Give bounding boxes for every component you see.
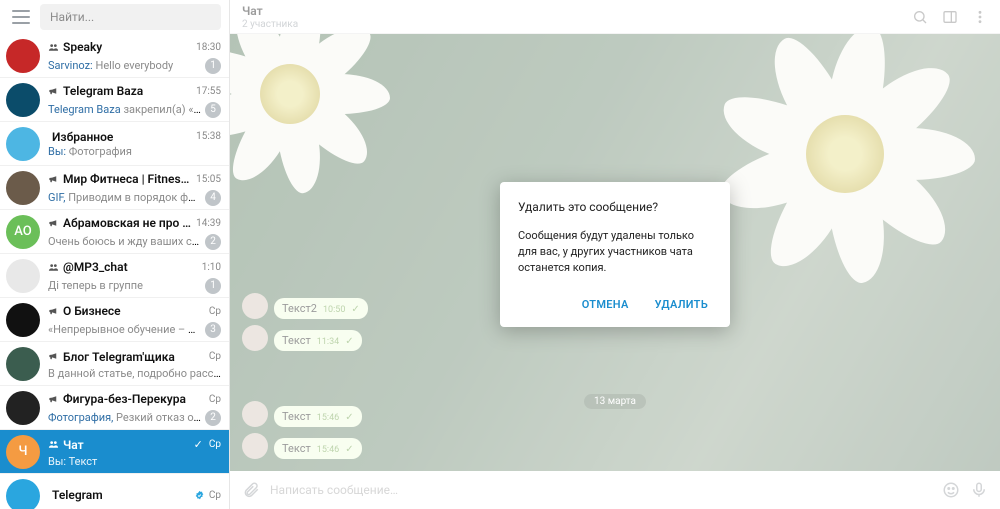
- chat-avatar: [6, 39, 40, 73]
- chat-item-preview: В данной статье, подробно расск…: [48, 367, 221, 380]
- chat-item-preview: Резкий отказ от сла…: [116, 411, 201, 424]
- modal-actions: ОТМЕНА УДАЛИТЬ: [518, 290, 712, 319]
- unread-badge: 4: [205, 190, 221, 206]
- chat-avatar: [6, 259, 40, 293]
- delete-message-modal: Удалить это сообщение? Сообщения будут у…: [500, 182, 730, 327]
- chat-item-title: Telegram: [52, 488, 190, 502]
- chat-avatar: [6, 127, 40, 161]
- modal-overlay[interactable]: Удалить это сообщение? Сообщения будут у…: [230, 0, 1000, 509]
- chat-item-preview: Ді теперь в группе: [48, 279, 143, 292]
- chat-item-title: Абрамовская не про обра…: [63, 216, 192, 230]
- chat-item-time: 15:38: [196, 131, 221, 142]
- chat-item-title: Избранное: [52, 130, 192, 144]
- chat-avatar: [6, 83, 40, 117]
- cancel-button[interactable]: ОТМЕНА: [578, 290, 633, 319]
- menu-icon-bar: [12, 16, 30, 18]
- chat-item-time: Ср: [209, 394, 221, 405]
- delete-button[interactable]: УДАЛИТЬ: [651, 290, 712, 319]
- unread-badge: 2: [205, 410, 221, 426]
- chat-item-title: Блог Telegram'щика: [63, 350, 205, 364]
- menu-icon-bar: [12, 22, 30, 24]
- menu-button[interactable]: [8, 4, 34, 30]
- chat-item-title: @MP3_chat: [63, 260, 198, 274]
- chat-item-time: 1:10: [202, 262, 221, 273]
- chat-type-icon: [48, 347, 59, 366]
- chat-type-icon: [48, 82, 59, 101]
- chat-list-item[interactable]: Мир Фитнеса | FitnessRU 15:05 GIF, Приво…: [0, 166, 229, 210]
- chat-list-item[interactable]: Избранное 15:38 Вы: Фотография: [0, 122, 229, 166]
- chat-item-title: Speaky: [63, 40, 192, 54]
- unread-badge: 1: [205, 58, 221, 74]
- chat-type-icon: [48, 435, 59, 454]
- unread-badge: 2: [205, 234, 221, 250]
- chat-item-sender: Вы:: [48, 145, 69, 158]
- chat-list-item[interactable]: @MP3_chat 1:10 Ді теперь в группе 1: [0, 254, 229, 298]
- main-area: Чат 2 участника: [230, 0, 1000, 509]
- chat-item-time: 14:39: [196, 218, 221, 229]
- chat-item-title: Фигура-без-Перекура: [63, 392, 205, 406]
- chat-list[interactable]: Speaky 18:30 Sarvinoz: Hello everybody 1…: [0, 34, 229, 509]
- chat-item-time: Ср: [209, 490, 221, 501]
- chat-item-title: Мир Фитнеса | FitnessRU: [63, 172, 192, 186]
- chat-item-preview: Hello everybody: [95, 59, 173, 72]
- chat-item-time: Ср: [209, 439, 221, 450]
- chat-item-title: Telegram Baza: [63, 84, 192, 98]
- sidebar-top: [0, 0, 229, 34]
- sent-check-icon: ✓: [194, 438, 203, 451]
- unread-badge: 1: [205, 278, 221, 294]
- chat-item-time: 15:05: [196, 174, 221, 185]
- chat-type-icon: [48, 170, 59, 189]
- chat-item-preview: Очень боюсь и жду ваших совет…: [48, 235, 201, 248]
- chat-item-time: Ср: [209, 351, 221, 362]
- chat-avatar: [6, 171, 40, 205]
- chat-list-item[interactable]: О Бизнесе Ср «Непрерывное обучение – мин…: [0, 298, 229, 342]
- chat-item-title: Чат: [63, 438, 190, 452]
- chat-item-time: 17:55: [196, 86, 221, 97]
- sidebar: Speaky 18:30 Sarvinoz: Hello everybody 1…: [0, 0, 230, 509]
- chat-type-icon: [48, 214, 59, 233]
- chat-item-sender: Вы:: [48, 455, 69, 468]
- chat-item-preview: Фотография: [69, 145, 132, 158]
- chat-avatar: АО: [6, 215, 40, 249]
- modal-body: Сообщения будут удалены только для вас, …: [518, 228, 712, 276]
- chat-type-icon: [48, 38, 59, 57]
- chat-list-item[interactable]: Telegram Ср: [0, 474, 229, 509]
- chat-item-preview: Приводим в порядок фигуру…: [68, 191, 201, 204]
- chat-item-preview: закрепил(а) «Добр…: [123, 103, 201, 116]
- chat-list-item[interactable]: Фигура-без-Перекура Ср Фотография, Резки…: [0, 386, 229, 430]
- chat-avatar: [6, 391, 40, 425]
- chat-item-sender: Telegram Baza: [48, 103, 123, 116]
- chat-type-icon: [48, 258, 59, 277]
- chat-avatar: [6, 479, 40, 509]
- chat-avatar: [6, 347, 40, 381]
- chat-type-icon: [48, 302, 59, 321]
- unread-badge: 5: [205, 102, 221, 118]
- search-input[interactable]: [40, 4, 221, 30]
- modal-title: Удалить это сообщение?: [518, 200, 712, 214]
- unread-badge: 3: [205, 322, 221, 338]
- chat-list-item[interactable]: Блог Telegram'щика Ср В данной статье, п…: [0, 342, 229, 386]
- chat-list-item[interactable]: Ч Чат ✓ Ср Вы: Текст: [0, 430, 229, 474]
- chat-avatar: [6, 303, 40, 337]
- chat-list-item[interactable]: АО Абрамовская не про обра… 14:39 Очень …: [0, 210, 229, 254]
- chat-item-time: 18:30: [196, 42, 221, 53]
- chat-item-preview: «Непрерывное обучение – мини…: [48, 323, 201, 336]
- chat-list-item[interactable]: Speaky 18:30 Sarvinoz: Hello everybody 1: [0, 34, 229, 78]
- chat-item-time: Ср: [209, 306, 221, 317]
- chat-list-item[interactable]: Telegram Baza 17:55 Telegram Baza закреп…: [0, 78, 229, 122]
- chat-avatar: Ч: [6, 435, 40, 469]
- chat-item-sender: GIF,: [48, 191, 68, 204]
- chat-item-sender: Фотография,: [48, 411, 116, 424]
- menu-icon-bar: [12, 10, 30, 12]
- chat-item-preview: Текст: [69, 455, 98, 468]
- chat-type-icon: [48, 390, 59, 409]
- chat-item-sender: Sarvinoz:: [48, 59, 95, 72]
- chat-item-title: О Бизнесе: [63, 304, 205, 318]
